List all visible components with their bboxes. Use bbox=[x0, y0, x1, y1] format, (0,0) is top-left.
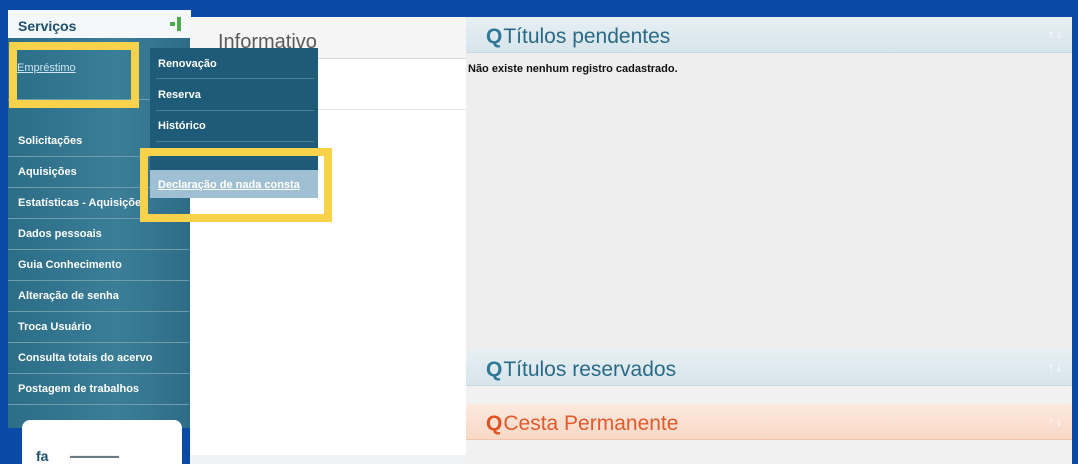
sidebar-item-label: Solicitações bbox=[18, 135, 83, 147]
submenu-item-historico[interactable]: Histórico bbox=[158, 120, 206, 132]
sidebar-item-label: Troca Usuário bbox=[18, 321, 92, 333]
sidebar-item-label: Alteração de senha bbox=[18, 290, 119, 302]
submenu-divider bbox=[156, 78, 314, 79]
dashboard-panels: QTítulos pendentes ↑↓ Não existe nenhum … bbox=[466, 17, 1072, 464]
titulos-reservados-header[interactable]: QTítulos reservados ↑↓ bbox=[466, 350, 1072, 386]
sidebar-item-consulta-totais[interactable]: Consulta totais do acervo bbox=[8, 343, 189, 374]
sidebar-item-troca-usuario[interactable]: Troca Usuário bbox=[8, 312, 189, 343]
sort-arrows-icon[interactable]: ↑↓ bbox=[1048, 27, 1064, 41]
sidebar-item-label: Estatísticas - Aquisições bbox=[18, 197, 148, 209]
sidebar-item-label: Postagem de trabalhos bbox=[18, 383, 140, 395]
submenu-item-renovacao[interactable]: Renovação bbox=[158, 58, 217, 70]
logo-mark: fa bbox=[36, 448, 49, 464]
panel-title-text: Títulos pendentes bbox=[503, 25, 671, 48]
submenu-divider bbox=[156, 110, 314, 111]
sidebar-item-label: Consulta totais do acervo bbox=[18, 352, 153, 364]
sort-arrows-icon[interactable]: ↑↓ bbox=[1048, 360, 1064, 374]
panel-title-text: Títulos reservados bbox=[503, 358, 677, 381]
sidebar-header: Serviços bbox=[8, 10, 191, 38]
logo-text-lines: ▬▬▬▬▬▬▬ bbox=[70, 453, 119, 460]
titulos-pendentes-body: Não existe nenhum registro cadastrado. bbox=[466, 53, 1072, 350]
sort-arrows-icon[interactable]: ↑↓ bbox=[1048, 414, 1064, 428]
search-q-icon: Q bbox=[486, 25, 503, 48]
sidebar-item-label: Dados pessoais bbox=[18, 228, 102, 240]
titulos-pendentes-title: QTítulos pendentes bbox=[486, 25, 670, 49]
informativo-footer bbox=[190, 455, 466, 464]
panel-title-text: Cesta Permanente bbox=[503, 412, 679, 435]
sidebar-item-label: Guia Conhecimento bbox=[18, 259, 122, 271]
search-q-icon: Q bbox=[486, 412, 503, 435]
sidebar-item-guia-conhecimento[interactable]: Guia Conhecimento bbox=[8, 250, 189, 281]
titulos-reservados-title: QTítulos reservados bbox=[486, 358, 676, 382]
submenu-item-declaracao-nada-consta[interactable]: Declaração de nada consta bbox=[150, 170, 318, 198]
submenu-item-label: Declaração de nada consta bbox=[158, 179, 300, 191]
submenu-divider bbox=[156, 141, 314, 142]
sidebar-title: Serviços bbox=[18, 18, 77, 34]
collapse-sidebar-icon[interactable] bbox=[170, 17, 182, 31]
institution-logo: fa ▬▬▬▬▬▬▬ bbox=[22, 420, 182, 464]
cesta-permanente-header[interactable]: QCesta Permanente ↑↓ bbox=[466, 404, 1072, 440]
empty-message: Não existe nenhum registro cadastrado. bbox=[468, 63, 678, 75]
sidebar-item-postagem-trabalhos[interactable]: Postagem de trabalhos bbox=[8, 374, 189, 405]
submenu-item-reserva[interactable]: Reserva bbox=[158, 89, 201, 101]
sidebar-item-label: Aquisições bbox=[18, 166, 77, 178]
cesta-permanente-title: QCesta Permanente bbox=[486, 412, 678, 436]
sidebar-item-alteracao-senha[interactable]: Alteração de senha bbox=[8, 281, 189, 312]
search-q-icon: Q bbox=[486, 358, 503, 381]
sidebar-item-label: Empréstimo bbox=[17, 62, 76, 74]
titulos-pendentes-header[interactable]: QTítulos pendentes ↑↓ bbox=[466, 17, 1072, 53]
sidebar-item-dados-pessoais[interactable]: Dados pessoais bbox=[8, 219, 189, 250]
